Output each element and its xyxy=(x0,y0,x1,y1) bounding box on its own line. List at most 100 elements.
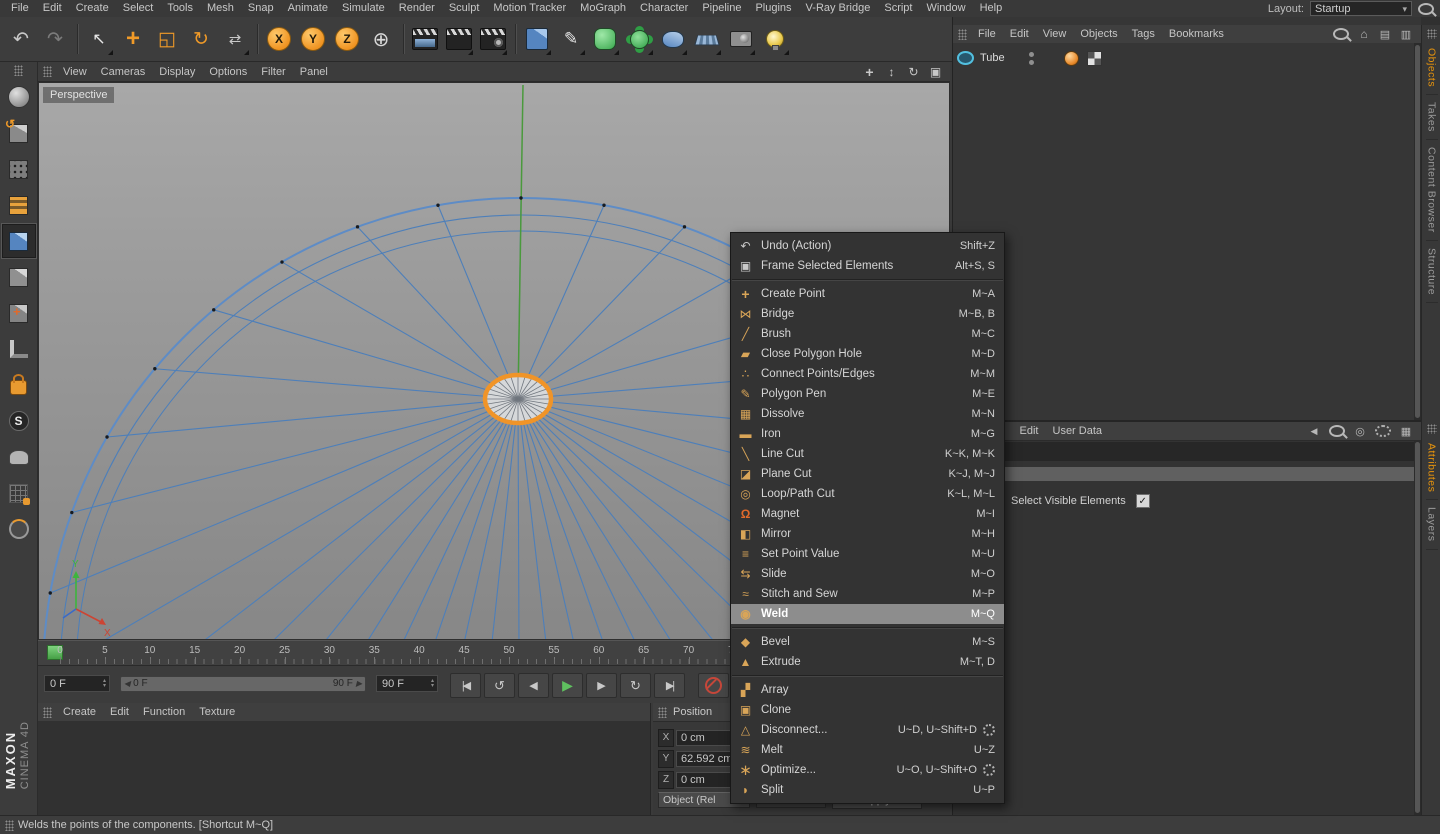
context-menu-item[interactable]: Clone xyxy=(731,700,1004,720)
mode-button[interactable] xyxy=(2,260,36,294)
menubar-item[interactable]: Animate xyxy=(281,0,335,17)
preview-range-slider[interactable]: 0 F 90 F xyxy=(120,676,366,692)
toolbar-button[interactable] xyxy=(758,20,792,58)
context-menu-item[interactable]: Set Point Value M~U xyxy=(731,544,1004,564)
gear-icon[interactable] xyxy=(1375,425,1391,437)
context-menu-item[interactable]: Bridge M~B, B xyxy=(731,304,1004,324)
menubar-item[interactable]: Motion Tracker xyxy=(486,0,573,17)
object-manager-menu-item[interactable]: Objects xyxy=(1073,27,1124,41)
stepper-icon[interactable] xyxy=(431,679,434,689)
transport-button[interactable] xyxy=(450,673,481,698)
selection-tag-icon[interactable] xyxy=(1087,51,1102,66)
current-frame-field[interactable]: 0 F xyxy=(44,675,110,692)
dock-tab[interactable]: Structure xyxy=(1426,241,1438,303)
editor-visibility-dot[interactable] xyxy=(1029,52,1034,57)
context-menu-item[interactable]: Line Cut K~K, M~K xyxy=(731,444,1004,464)
toolbar-button[interactable] xyxy=(116,20,150,58)
viewport-menu-item[interactable]: View xyxy=(56,65,94,79)
context-menu-item[interactable]: Bevel M~S xyxy=(731,632,1004,652)
toolbar-button[interactable] xyxy=(296,20,330,58)
panel-b-icon[interactable] xyxy=(1400,27,1412,41)
scrollbar[interactable] xyxy=(1414,440,1421,815)
object-manager-menu-item[interactable]: View xyxy=(1036,27,1074,41)
context-menu-item[interactable]: Undo (Action) Shift+Z xyxy=(731,236,1004,256)
grid-icon[interactable] xyxy=(1400,424,1412,438)
dock-icon[interactable] xyxy=(1427,29,1437,39)
mode-button[interactable] xyxy=(2,188,36,222)
toolbar-button[interactable] xyxy=(252,20,262,58)
panel-grip[interactable] xyxy=(43,66,52,77)
object-tree[interactable]: Tube xyxy=(953,43,1414,420)
render-visibility-dot[interactable] xyxy=(1029,60,1034,65)
mode-button[interactable] xyxy=(2,152,36,186)
toolbar-button[interactable] xyxy=(72,20,82,58)
toolbar-button[interactable] xyxy=(554,20,588,58)
menubar-item[interactable]: Render xyxy=(392,0,442,17)
attribute-menu-item[interactable]: User Data xyxy=(1046,424,1110,438)
toolbar-button[interactable] xyxy=(218,20,252,58)
transport-button[interactable] xyxy=(552,673,583,698)
visibility-dots[interactable] xyxy=(1029,52,1034,65)
toolbar-button[interactable] xyxy=(622,20,656,58)
toolbar-button[interactable] xyxy=(408,20,442,58)
mode-button[interactable] xyxy=(2,80,36,114)
select-visible-checkbox[interactable] xyxy=(1136,494,1150,508)
menubar-item[interactable]: Sculpt xyxy=(442,0,487,17)
viewport-menu-item[interactable]: Filter xyxy=(254,65,292,79)
camera-label[interactable]: Perspective xyxy=(43,87,114,103)
dock-icon[interactable] xyxy=(1427,424,1437,434)
magnifier-icon[interactable] xyxy=(1329,425,1345,437)
context-menu-item[interactable]: Magnet M~I xyxy=(731,504,1004,524)
context-menu-item[interactable]: Mirror M~H xyxy=(731,524,1004,544)
materials-menu-item[interactable]: Edit xyxy=(103,705,136,719)
back-arrow-icon[interactable] xyxy=(1308,424,1320,438)
context-menu-item[interactable]: Create Point M~A xyxy=(731,284,1004,304)
toolbar-button[interactable] xyxy=(724,20,758,58)
toolbar-button[interactable] xyxy=(4,20,38,58)
materials-menu-item[interactable]: Create xyxy=(56,705,103,719)
context-menu-item[interactable]: Dissolve M~N xyxy=(731,404,1004,424)
context-menu-item[interactable]: Disconnect... U~D, U~Shift+D xyxy=(731,720,1004,740)
context-menu-item[interactable]: Plane Cut K~J, M~J xyxy=(731,464,1004,484)
range-end-handle[interactable]: 90 F xyxy=(333,678,362,689)
gear-icon[interactable] xyxy=(983,724,995,736)
toolbar-button[interactable] xyxy=(690,20,724,58)
stepper-icon[interactable] xyxy=(103,679,106,689)
toolbar-button[interactable] xyxy=(364,20,398,58)
dock-tab[interactable]: Objects xyxy=(1426,41,1438,95)
context-menu-item[interactable]: Optimize... U~O, U~Shift+O xyxy=(731,760,1004,780)
menubar-item[interactable]: Script xyxy=(877,0,919,17)
panel-grip[interactable] xyxy=(14,65,23,76)
toolbar-button[interactable] xyxy=(262,20,296,58)
toolbar-button[interactable] xyxy=(398,20,408,58)
viewport-menu-item[interactable]: Cameras xyxy=(94,65,153,79)
context-menu-item[interactable]: Melt U~Z xyxy=(731,740,1004,760)
context-menu-item[interactable]: Slide M~O xyxy=(731,564,1004,584)
context-menu-item[interactable]: Weld M~Q xyxy=(731,604,1004,624)
materials-menu-item[interactable]: Function xyxy=(136,705,192,719)
object-manager-menu-item[interactable]: Tags xyxy=(1125,27,1162,41)
context-menu-item[interactable]: Connect Points/Edges M~M xyxy=(731,364,1004,384)
attribute-tab-band[interactable] xyxy=(953,467,1414,481)
menubar-item[interactable]: Window xyxy=(919,0,972,17)
panel-grip[interactable] xyxy=(43,707,52,718)
context-menu-item[interactable]: Close Polygon Hole M~D xyxy=(731,344,1004,364)
context-menu-item[interactable]: Iron M~G xyxy=(731,424,1004,444)
mode-button[interactable] xyxy=(2,224,36,258)
menubar-item[interactable]: Create xyxy=(69,0,116,17)
dock-tab[interactable]: Content Browser xyxy=(1426,140,1438,241)
transport-button[interactable] xyxy=(620,673,651,698)
toolbar-button[interactable] xyxy=(38,20,72,58)
mode-button[interactable] xyxy=(2,404,36,438)
viewport-menu-item[interactable]: Options xyxy=(202,65,254,79)
toolbar-button[interactable] xyxy=(442,20,476,58)
menubar-item[interactable]: Edit xyxy=(36,0,69,17)
menubar-item[interactable]: MoGraph xyxy=(573,0,633,17)
mode-button[interactable] xyxy=(2,332,36,366)
context-menu-item[interactable]: Polygon Pen M~E xyxy=(731,384,1004,404)
object-manager-menu-item[interactable]: Edit xyxy=(1003,27,1036,41)
menubar-item[interactable]: Tools xyxy=(160,0,200,17)
menubar-item[interactable]: V-Ray Bridge xyxy=(799,0,878,17)
scrollbar-thumb[interactable] xyxy=(1415,442,1420,813)
dock-tab[interactable]: Takes xyxy=(1426,95,1438,140)
